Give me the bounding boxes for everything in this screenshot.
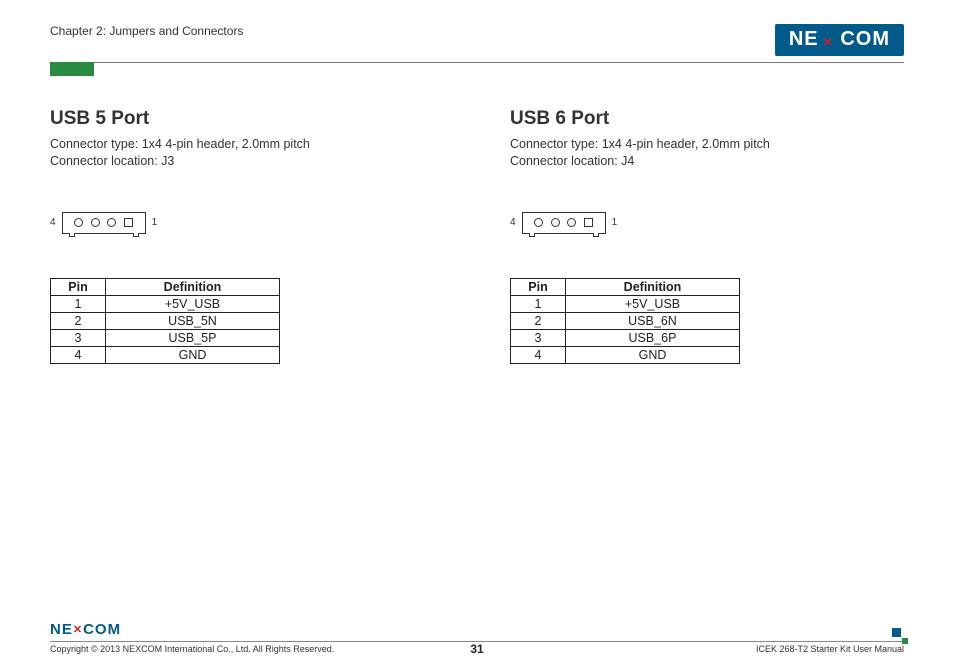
pin-square-icon bbox=[124, 218, 133, 227]
cell-pin: 4 bbox=[51, 346, 106, 363]
cell-def: USB_5N bbox=[106, 312, 280, 329]
cell-pin: 1 bbox=[51, 295, 106, 312]
cell-pin: 4 bbox=[511, 346, 566, 363]
table-row: 1+5V_USB bbox=[511, 295, 740, 312]
footer-logo: NE✕COM bbox=[50, 621, 121, 638]
cell-def: GND bbox=[106, 346, 280, 363]
table-row: 2USB_5N bbox=[51, 312, 280, 329]
port-title: USB 5 Port bbox=[50, 108, 450, 130]
footer: NE✕COM Copyright © 2013 NEXCOM Internati… bbox=[50, 641, 904, 654]
pin-label-left: 4 bbox=[50, 217, 56, 228]
cell-def: USB_5P bbox=[106, 329, 280, 346]
table-row: 4GND bbox=[51, 346, 280, 363]
th-def: Definition bbox=[566, 278, 740, 295]
connector-diagram bbox=[62, 212, 146, 234]
logo-text-part2: COM bbox=[840, 28, 890, 51]
manual-title: ICEK 268-T2 Starter Kit User Manual bbox=[756, 644, 904, 654]
pin-label-right: 1 bbox=[152, 217, 158, 228]
footer-bar: Copyright © 2013 NEXCOM International Co… bbox=[50, 641, 904, 654]
port-column-left: USB 5 Port Connector type: 1x4 4-pin hea… bbox=[50, 108, 450, 364]
pin-square-icon bbox=[584, 218, 593, 227]
pin-table: Pin Definition 1+5V_USB 2USB_6N 3USB_6P … bbox=[510, 278, 740, 364]
th-pin: Pin bbox=[511, 278, 566, 295]
logo-x-icon: ✕ bbox=[73, 624, 83, 636]
notch-icon bbox=[133, 233, 139, 237]
th-pin: Pin bbox=[51, 278, 106, 295]
cell-def: USB_6P bbox=[566, 329, 740, 346]
cell-def: USB_6N bbox=[566, 312, 740, 329]
pin-circle-icon bbox=[74, 218, 83, 227]
header-row: Chapter 2: Jumpers and Connectors NE COM bbox=[50, 24, 904, 56]
table-header-row: Pin Definition bbox=[51, 278, 280, 295]
table-row: 3USB_5P bbox=[51, 329, 280, 346]
pin-circle-icon bbox=[534, 218, 543, 227]
content-columns: USB 5 Port Connector type: 1x4 4-pin hea… bbox=[50, 108, 904, 364]
cell-def: +5V_USB bbox=[566, 295, 740, 312]
notch-icon bbox=[69, 233, 75, 237]
connector-type: Connector type: 1x4 4-pin header, 2.0mm … bbox=[50, 136, 450, 153]
connector-location: Connector location: J3 bbox=[50, 153, 450, 170]
cell-pin: 2 bbox=[511, 312, 566, 329]
cell-pin: 1 bbox=[511, 295, 566, 312]
cell-pin: 3 bbox=[511, 329, 566, 346]
th-def: Definition bbox=[106, 278, 280, 295]
pin-label-left: 4 bbox=[510, 217, 516, 228]
chapter-label: Chapter 2: Jumpers and Connectors bbox=[50, 24, 243, 38]
pin-circle-icon bbox=[107, 218, 116, 227]
green-tab-icon bbox=[50, 62, 94, 76]
pin-circle-icon bbox=[91, 218, 100, 227]
pin-circle-icon bbox=[551, 218, 560, 227]
logo-x-icon bbox=[820, 28, 840, 51]
logo-text-part2: COM bbox=[83, 621, 121, 638]
pin-circle-icon bbox=[567, 218, 576, 227]
copyright-text: Copyright © 2013 NEXCOM International Co… bbox=[50, 644, 334, 654]
table-row: 3USB_6P bbox=[511, 329, 740, 346]
port-title: USB 6 Port bbox=[510, 108, 910, 130]
table-row: 2USB_6N bbox=[511, 312, 740, 329]
page-number: 31 bbox=[470, 642, 483, 656]
table-row: 1+5V_USB bbox=[51, 295, 280, 312]
logo-text-part1: NE bbox=[50, 621, 73, 638]
connector-figure: 4 1 bbox=[510, 212, 910, 234]
cell-pin: 3 bbox=[51, 329, 106, 346]
pin-table: Pin Definition 1+5V_USB 2USB_5N 3USB_5P … bbox=[50, 278, 280, 364]
cell-def: GND bbox=[566, 346, 740, 363]
connector-type: Connector type: 1x4 4-pin header, 2.0mm … bbox=[510, 136, 910, 153]
table-row: 4GND bbox=[511, 346, 740, 363]
connector-location: Connector location: J4 bbox=[510, 153, 910, 170]
cell-def: +5V_USB bbox=[106, 295, 280, 312]
connector-diagram bbox=[522, 212, 606, 234]
port-column-right: USB 6 Port Connector type: 1x4 4-pin hea… bbox=[510, 108, 910, 364]
table-header-row: Pin Definition bbox=[511, 278, 740, 295]
logo-text-part1: NE bbox=[789, 28, 819, 51]
corner-mark-icon bbox=[892, 628, 906, 642]
notch-icon bbox=[593, 233, 599, 237]
header-rule bbox=[50, 62, 904, 63]
connector-figure: 4 1 bbox=[50, 212, 450, 234]
nexcom-logo: NE COM bbox=[775, 24, 904, 56]
notch-icon bbox=[529, 233, 535, 237]
pin-label-right: 1 bbox=[612, 217, 618, 228]
cell-pin: 2 bbox=[51, 312, 106, 329]
